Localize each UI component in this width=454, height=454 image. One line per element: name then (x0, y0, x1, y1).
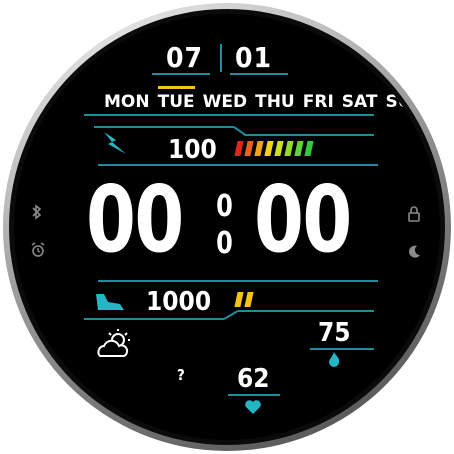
heart-icon (244, 399, 262, 415)
steps-progress-bars (234, 292, 256, 311)
date-underline-left (152, 73, 210, 75)
bluetooth-icon[interactable] (30, 204, 44, 220)
time-minutes[interactable]: 00 (254, 174, 352, 266)
time-seconds-top: 0 (216, 189, 233, 224)
weekday-tue: TUE (154, 86, 199, 112)
date-day[interactable]: 01 (235, 41, 272, 74)
time-hours[interactable]: 00 (86, 174, 184, 266)
date-separator (220, 44, 222, 72)
watch-face: 07 01 MON TUE WED THU FRI SAT SUN 100 00 (0, 0, 454, 454)
weekday-mon: MON (104, 92, 150, 112)
time-seconds-bottom: 0 (216, 226, 233, 261)
moon-icon[interactable] (406, 244, 422, 260)
lightning-bolt-icon (100, 130, 132, 156)
weekday-sun: SUN (385, 92, 426, 112)
weekday-thu: THU (255, 92, 295, 112)
steps-value: 1000 (146, 287, 212, 317)
weekday-wed: WED (202, 92, 248, 112)
dial: 07 01 MON TUE WED THU FRI SAT SUN 100 00 (14, 14, 440, 440)
weather-temperature: ? (177, 366, 185, 384)
heart-rate-value: 62 (237, 364, 270, 394)
weekday-underline (84, 114, 374, 116)
partly-cloudy-icon[interactable] (94, 328, 134, 362)
weekday-sat: SAT (341, 92, 378, 112)
weekday-fri: FRI (302, 92, 334, 112)
calories-value: 75 (318, 318, 351, 348)
shoe-icon (94, 290, 128, 312)
weekday-row: MON TUE WED THU FRI SAT SUN (100, 86, 430, 112)
date-underline-right (230, 73, 288, 75)
battery-level-bars (234, 141, 316, 160)
lock-icon[interactable] (407, 206, 421, 222)
alarm-icon[interactable] (30, 242, 46, 258)
battery-value: 100 (168, 135, 217, 165)
date-month[interactable]: 07 (166, 41, 203, 74)
flame-icon (327, 351, 341, 367)
